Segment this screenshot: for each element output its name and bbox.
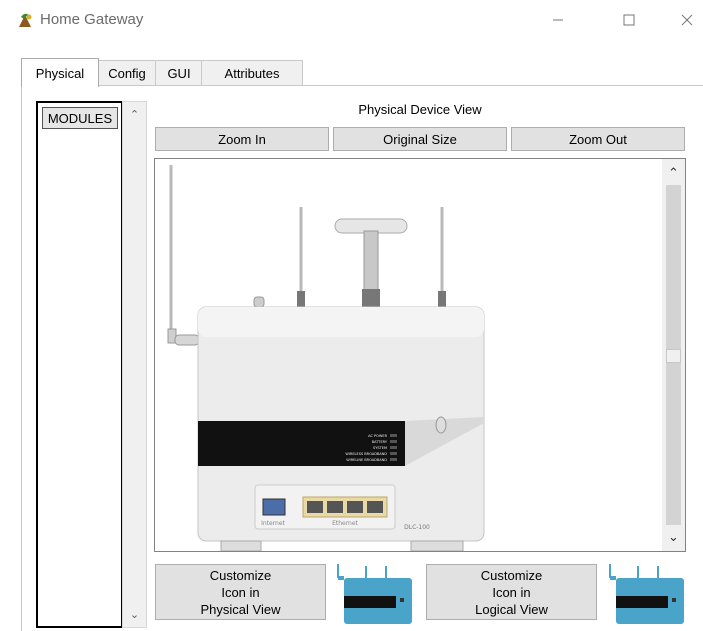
minimize-button[interactable] bbox=[535, 4, 581, 36]
window-title: Home Gateway bbox=[40, 11, 144, 28]
maximize-icon bbox=[623, 14, 635, 26]
scroll-thumb[interactable] bbox=[666, 349, 681, 363]
customize-physical-icon-button[interactable]: Customize Icon in Physical View bbox=[155, 564, 326, 620]
tab-attributes[interactable]: Attributes bbox=[201, 60, 303, 85]
original-size-button[interactable]: Original Size bbox=[333, 127, 507, 151]
logical-view-icon-thumbnail bbox=[609, 564, 684, 624]
modules-button[interactable]: MODULES bbox=[42, 107, 118, 129]
tab-config[interactable]: Config bbox=[97, 60, 157, 85]
home-gateway-device-image: AC POWER BATTERY SYSTEM WIRELESS BROADBA… bbox=[167, 165, 485, 551]
minimize-icon bbox=[553, 19, 563, 21]
led-label-wireless: WIRELESS BROADBAND bbox=[345, 452, 387, 456]
scroll-down-icon[interactable]: ⌄ bbox=[662, 529, 685, 545]
modules-scrollbar[interactable]: ⌃ ⌄ bbox=[122, 101, 147, 628]
modules-list[interactable]: MODULES bbox=[36, 101, 122, 628]
device-view-scrollbar[interactable]: ⌃ ⌄ bbox=[662, 159, 685, 551]
zoom-out-button[interactable]: Zoom Out bbox=[511, 127, 685, 151]
zoom-in-button[interactable]: Zoom In bbox=[155, 127, 329, 151]
physical-device-view-title: Physical Device View bbox=[358, 102, 482, 117]
close-icon bbox=[681, 14, 693, 26]
led-label-wireline: WIRELINE BROADBAND bbox=[346, 458, 387, 462]
port-label-ethernet: Ethernet bbox=[332, 520, 358, 527]
scroll-up-icon[interactable]: ⌃ bbox=[123, 108, 146, 121]
tab-gui[interactable]: GUI bbox=[155, 60, 203, 85]
close-button[interactable] bbox=[664, 4, 703, 36]
device-viewport[interactable]: AC POWER BATTERY SYSTEM WIRELESS BROADBA… bbox=[154, 158, 686, 552]
app-icon bbox=[19, 13, 32, 27]
led-label-ac-power: AC POWER bbox=[368, 434, 387, 438]
led-label-battery: BATTERY bbox=[372, 440, 388, 444]
physical-view-icon-thumbnail bbox=[337, 564, 412, 624]
model-label: DLC-100 bbox=[404, 524, 430, 531]
maximize-button[interactable] bbox=[606, 4, 652, 36]
customize-logical-icon-button[interactable]: Customize Icon in Logical View bbox=[426, 564, 597, 620]
scroll-down-icon[interactable]: ⌄ bbox=[123, 608, 146, 621]
title-bar: Home Gateway bbox=[0, 0, 703, 40]
port-label-internet: Internet bbox=[261, 520, 285, 527]
tab-physical[interactable]: Physical bbox=[21, 58, 99, 87]
scroll-up-icon[interactable]: ⌃ bbox=[662, 165, 685, 181]
led-label-system: SYSTEM bbox=[373, 446, 387, 450]
